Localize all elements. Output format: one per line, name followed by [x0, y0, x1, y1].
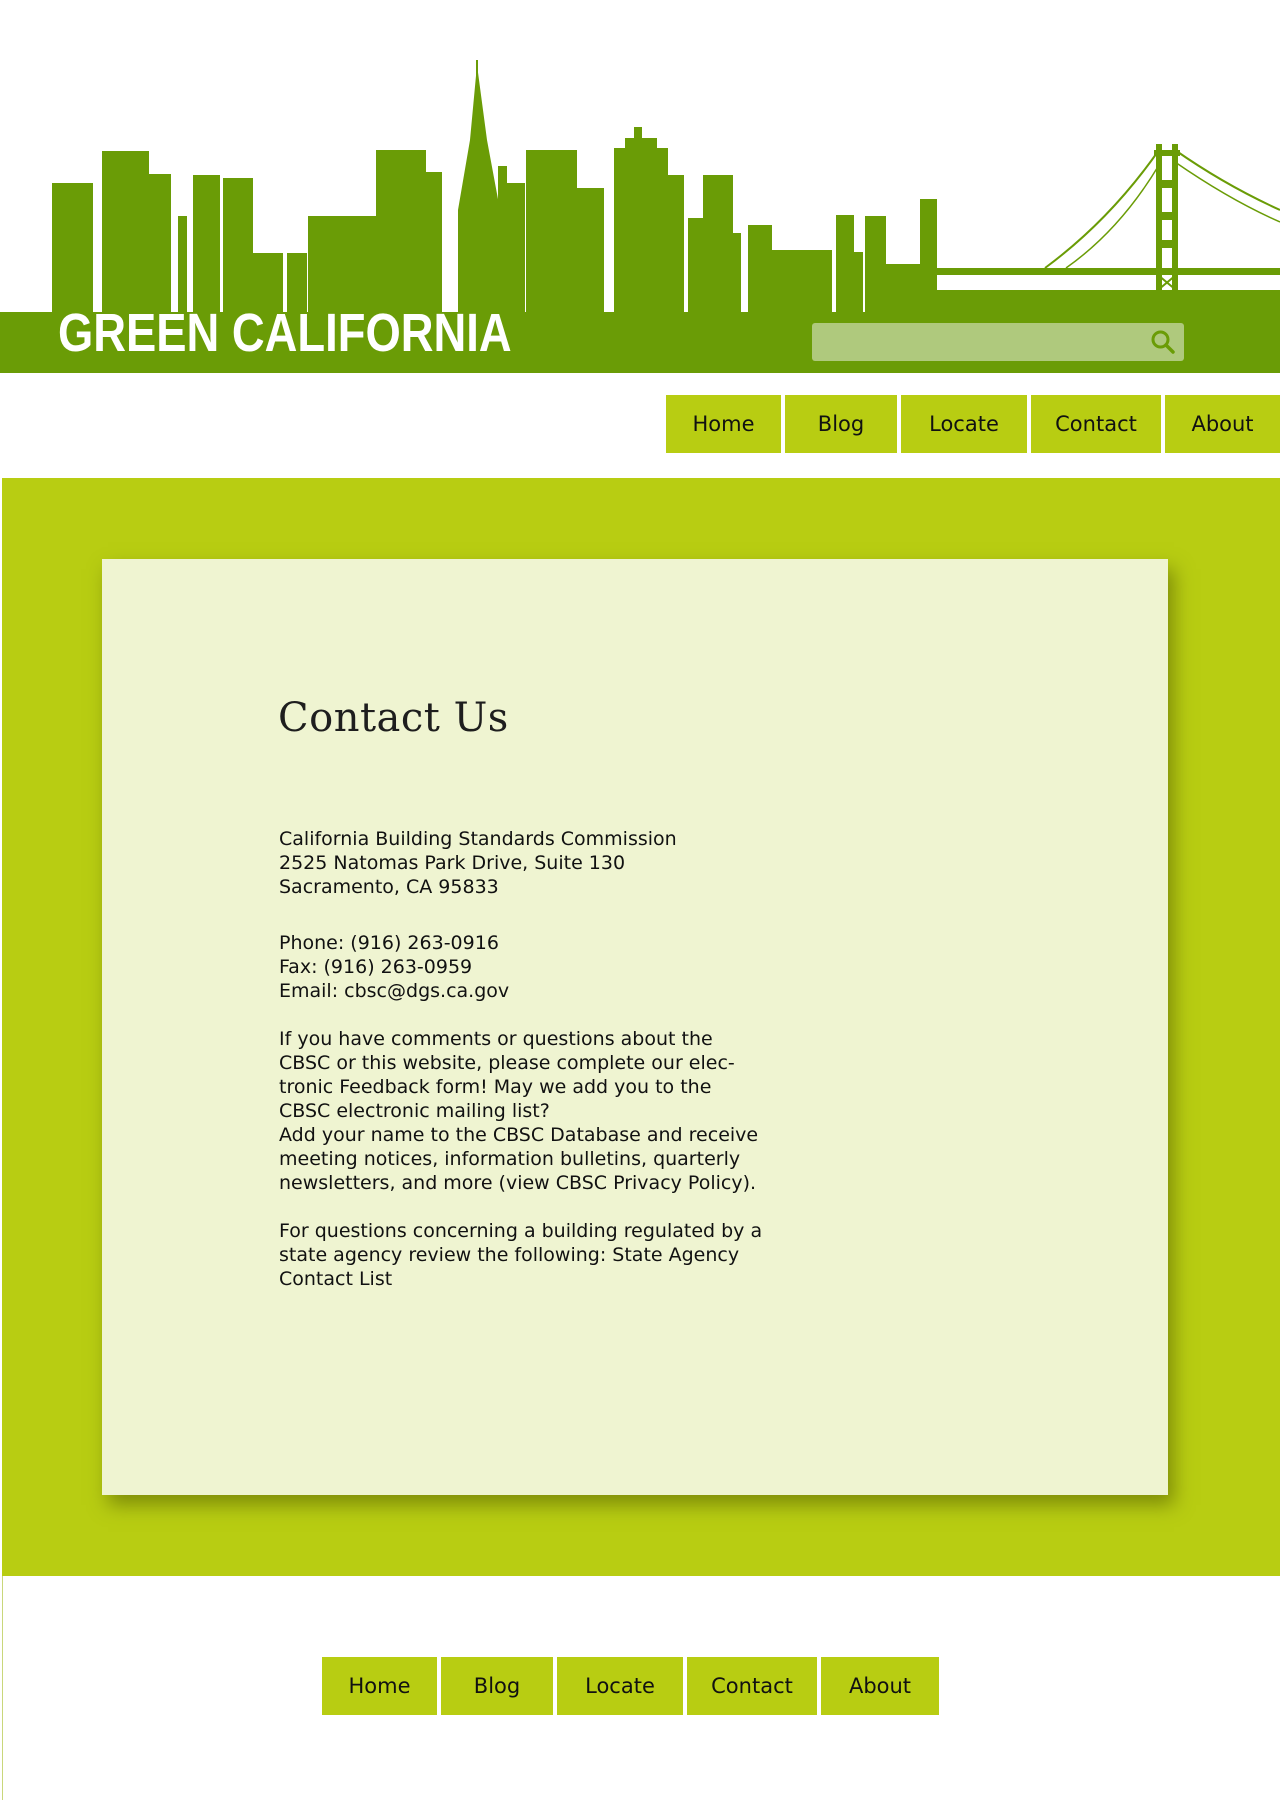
phone-text: Phone: (916) 263-0916	[279, 932, 499, 954]
footer-navigation: Home Blog Locate Contact About	[322, 1657, 942, 1715]
top-nav-locate[interactable]: Locate	[901, 395, 1027, 453]
footer-nav-about[interactable]: About	[821, 1657, 939, 1715]
footer-nav-home[interactable]: Home	[322, 1657, 437, 1715]
contact-body: California Building Standards Commission…	[279, 827, 799, 1291]
email-text: Email: cbsc@dgs.ca.gov	[279, 980, 510, 1002]
feedback-line: If you have comments or questions about …	[279, 1028, 713, 1050]
agency-line: Contact List	[279, 1268, 393, 1290]
address-line-city: Sacramento, CA 95833	[279, 876, 499, 898]
footer-nav-blog[interactable]: Blog	[441, 1657, 553, 1715]
agency-line: state agency review the following: State…	[279, 1244, 740, 1266]
top-navigation: Home Blog Locate Contact About	[666, 395, 1280, 453]
top-nav-blog[interactable]: Blog	[785, 395, 897, 453]
address-line-organization: California Building Standards Commission	[279, 828, 677, 850]
footer-nav-contact[interactable]: Contact	[687, 1657, 817, 1715]
agency-paragraph: For questions concerning a building regu…	[279, 1219, 799, 1291]
site-header: GREEN CALIFORNIA	[0, 0, 1280, 373]
search-input[interactable]	[812, 323, 1148, 361]
search-icon[interactable]	[1148, 327, 1178, 357]
top-nav-about[interactable]: About	[1165, 395, 1280, 453]
feedback-line: tronic Feedback form! May we add you to …	[279, 1076, 712, 1098]
feedback-line: CBSC or this website, please complete ou…	[279, 1052, 735, 1074]
feedback-line: meeting notices, information bulletins, …	[279, 1148, 741, 1170]
feedback-line: Add your name to the CBSC Database and r…	[279, 1124, 759, 1146]
contact-card: Contact Us California Building Standards…	[102, 559, 1168, 1495]
address-block: California Building Standards Commission…	[279, 827, 799, 899]
contact-details-block: Phone: (916) 263-0916 Fax: (916) 263-095…	[279, 931, 799, 1003]
site-title: GREEN CALIFORNIA	[58, 303, 512, 363]
top-nav-contact[interactable]: Contact	[1031, 395, 1161, 453]
page-title: Contact Us	[278, 695, 509, 741]
feedback-line: newsletters, and more (view CBSC Privacy…	[279, 1172, 757, 1194]
address-line-street: 2525 Natomas Park Drive, Suite 130	[279, 852, 626, 874]
left-divider-line	[2, 1576, 3, 1800]
top-nav-home[interactable]: Home	[666, 395, 781, 453]
feedback-paragraph: If you have comments or questions about …	[279, 1027, 799, 1195]
agency-line: For questions concerning a building regu…	[279, 1220, 763, 1242]
feedback-line: CBSC electronic mailing list?	[279, 1100, 550, 1122]
fax-text: Fax: (916) 263-0959	[279, 956, 473, 978]
search-box[interactable]	[812, 323, 1184, 361]
footer-nav-locate[interactable]: Locate	[557, 1657, 683, 1715]
